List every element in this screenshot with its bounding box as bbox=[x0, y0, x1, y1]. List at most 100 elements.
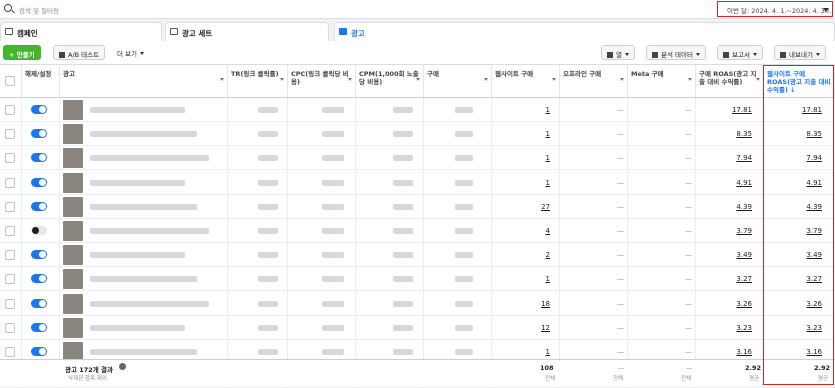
ad-thumbnail[interactable] bbox=[63, 317, 83, 338]
tab-ad-sets[interactable]: 광고 세트 bbox=[165, 22, 329, 41]
header-toggle[interactable]: 해제/설정 bbox=[22, 65, 60, 98]
delivery-toggle[interactable] bbox=[31, 298, 47, 308]
website-purchases-value[interactable]: 1 bbox=[510, 106, 550, 114]
columns-button[interactable]: 열 bbox=[601, 45, 635, 60]
website-purchases-value[interactable]: 1 bbox=[510, 154, 550, 162]
purchase-roas-value[interactable]: 3.27 bbox=[710, 275, 752, 283]
website-purchases-value[interactable]: 1 bbox=[510, 348, 550, 356]
website-purchases-value[interactable]: 4 bbox=[510, 227, 550, 235]
row-checkbox[interactable] bbox=[5, 129, 15, 140]
ad-thumbnail[interactable] bbox=[63, 221, 83, 241]
header-offline-purchases[interactable]: 오프라인 구매 bbox=[560, 65, 628, 98]
table-row[interactable]: 1 — — 3.27 3.27 bbox=[0, 267, 835, 292]
table-row[interactable]: 1 — — 7.94 7.94 bbox=[0, 146, 835, 171]
ad-name-redacted[interactable] bbox=[90, 324, 185, 331]
website-roas-value[interactable]: 3.27 bbox=[780, 275, 822, 283]
website-roas-value[interactable]: 4.39 bbox=[780, 203, 822, 211]
website-purchases-value[interactable]: 1 bbox=[510, 130, 550, 138]
row-checkbox[interactable] bbox=[5, 105, 15, 115]
header-ctr[interactable]: TR(링크 클릭률) bbox=[228, 65, 288, 98]
row-checkbox[interactable] bbox=[5, 226, 15, 236]
table-row[interactable]: 18 — — 3.26 3.26 bbox=[0, 291, 835, 316]
website-roas-value[interactable]: 3.79 bbox=[780, 227, 822, 235]
search-input[interactable]: 검색 및 필터링 bbox=[19, 5, 59, 15]
website-purchases-value[interactable]: 18 bbox=[510, 300, 550, 308]
table-row[interactable]: 1 — — 4.91 4.91 bbox=[0, 170, 835, 195]
ad-name-redacted[interactable] bbox=[90, 252, 185, 259]
website-roas-value[interactable]: 3.26 bbox=[780, 300, 822, 308]
website-roas-value[interactable]: 3.16 bbox=[780, 348, 822, 356]
table-row[interactable]: 12 — — 3.23 3.23 bbox=[0, 315, 835, 340]
table-row[interactable]: 1 — — 17.81 17.81 bbox=[0, 98, 835, 122]
delivery-toggle[interactable] bbox=[31, 347, 47, 356]
website-roas-value[interactable]: 7.94 bbox=[780, 154, 822, 162]
header-purchases[interactable]: 구매 bbox=[424, 65, 492, 98]
ad-name-redacted[interactable] bbox=[90, 131, 197, 138]
purchase-roas-value[interactable]: 4.39 bbox=[710, 203, 752, 211]
ad-thumbnail[interactable] bbox=[63, 148, 83, 169]
ad-name-redacted[interactable] bbox=[90, 155, 209, 162]
more-button[interactable]: 더 보기 bbox=[112, 45, 149, 60]
table-row[interactable]: 1 — — 8.35 8.35 bbox=[0, 122, 835, 147]
row-checkbox[interactable] bbox=[5, 347, 15, 357]
delivery-toggle[interactable] bbox=[31, 226, 47, 235]
delivery-toggle[interactable] bbox=[31, 153, 47, 163]
website-roas-value[interactable]: 3.23 bbox=[780, 324, 822, 332]
ab-test-button[interactable]: A/B 테스트 bbox=[53, 45, 106, 60]
ad-name-redacted[interactable] bbox=[90, 276, 197, 283]
table-row[interactable]: 4 — — 3.79 3.79 bbox=[0, 219, 835, 243]
row-checkbox[interactable] bbox=[5, 322, 15, 333]
row-checkbox[interactable] bbox=[5, 153, 15, 164]
website-purchases-value[interactable]: 1 bbox=[510, 275, 550, 283]
search-bar[interactable]: 검색 및 필터링 이번 달: 2024. 4. 1.~2024. 4. 30. bbox=[0, 0, 835, 19]
breakdown-button[interactable]: 분석 데이터 bbox=[646, 45, 706, 60]
select-all-checkbox[interactable] bbox=[5, 76, 15, 86]
date-range-picker[interactable]: 이번 달: 2024. 4. 1.~2024. 4. 30. bbox=[717, 1, 833, 17]
delivery-toggle[interactable] bbox=[31, 274, 47, 284]
purchase-roas-value[interactable]: 3.49 bbox=[710, 251, 752, 259]
header-cpm[interactable]: CPM(1,000회 노출당 비용) bbox=[356, 65, 424, 98]
website-purchases-value[interactable]: 12 bbox=[510, 324, 550, 332]
purchase-roas-value[interactable]: 3.23 bbox=[710, 324, 752, 332]
table-row[interactable]: 27 — — 4.39 4.39 bbox=[0, 194, 835, 219]
ad-name-redacted[interactable] bbox=[90, 179, 185, 186]
header-cpc[interactable]: CPC(링크 클릭당 비용) bbox=[288, 65, 356, 98]
website-purchases-value[interactable]: 1 bbox=[510, 179, 550, 187]
delivery-toggle[interactable] bbox=[31, 129, 47, 139]
ad-thumbnail[interactable] bbox=[63, 172, 83, 193]
ad-thumbnail[interactable] bbox=[63, 293, 83, 314]
ad-thumbnail[interactable] bbox=[63, 269, 83, 290]
purchase-roas-value[interactable]: 3.26 bbox=[710, 300, 752, 308]
table-row[interactable]: 2 — — 3.49 3.49 bbox=[0, 243, 835, 268]
delivery-toggle[interactable] bbox=[31, 250, 47, 260]
delivery-toggle[interactable] bbox=[31, 322, 47, 332]
row-checkbox[interactable] bbox=[5, 177, 15, 188]
create-button[interactable]: + 만들기 bbox=[3, 45, 41, 60]
purchase-roas-value[interactable]: 17.81 bbox=[710, 106, 752, 114]
tab-ads[interactable]: 광고 bbox=[334, 22, 835, 41]
header-website-roas[interactable]: 웹사이트 구매 ROAS(광고 지출 대비 수익률) ↓ bbox=[764, 65, 835, 98]
export-button[interactable]: 내보내기 bbox=[774, 45, 826, 60]
ad-name-redacted[interactable] bbox=[90, 203, 197, 210]
website-roas-value[interactable]: 4.91 bbox=[780, 179, 822, 187]
info-icon[interactable] bbox=[119, 363, 126, 370]
ad-thumbnail[interactable] bbox=[63, 196, 83, 217]
header-meta-purchases[interactable]: Meta 구매 bbox=[628, 65, 696, 98]
ad-name-redacted[interactable] bbox=[90, 349, 197, 355]
ad-name-redacted[interactable] bbox=[90, 228, 209, 234]
header-ad[interactable]: 광고 bbox=[60, 65, 228, 98]
row-checkbox[interactable] bbox=[5, 250, 15, 261]
purchase-roas-value[interactable]: 3.79 bbox=[710, 227, 752, 235]
row-checkbox[interactable] bbox=[5, 201, 15, 212]
ad-thumbnail[interactable] bbox=[63, 245, 83, 266]
website-purchases-value[interactable]: 2 bbox=[510, 251, 550, 259]
reports-button[interactable]: 보고서 bbox=[717, 45, 763, 60]
ad-name-redacted[interactable] bbox=[90, 300, 209, 307]
website-purchases-value[interactable]: 27 bbox=[510, 203, 550, 211]
delivery-toggle[interactable] bbox=[31, 105, 47, 114]
row-checkbox[interactable] bbox=[5, 298, 15, 309]
ad-name-redacted[interactable] bbox=[90, 107, 185, 113]
website-roas-value[interactable]: 17.81 bbox=[780, 106, 822, 114]
purchase-roas-value[interactable]: 7.94 bbox=[710, 154, 752, 162]
header-website-purchases[interactable]: 웹사이트 구매 bbox=[492, 65, 560, 98]
